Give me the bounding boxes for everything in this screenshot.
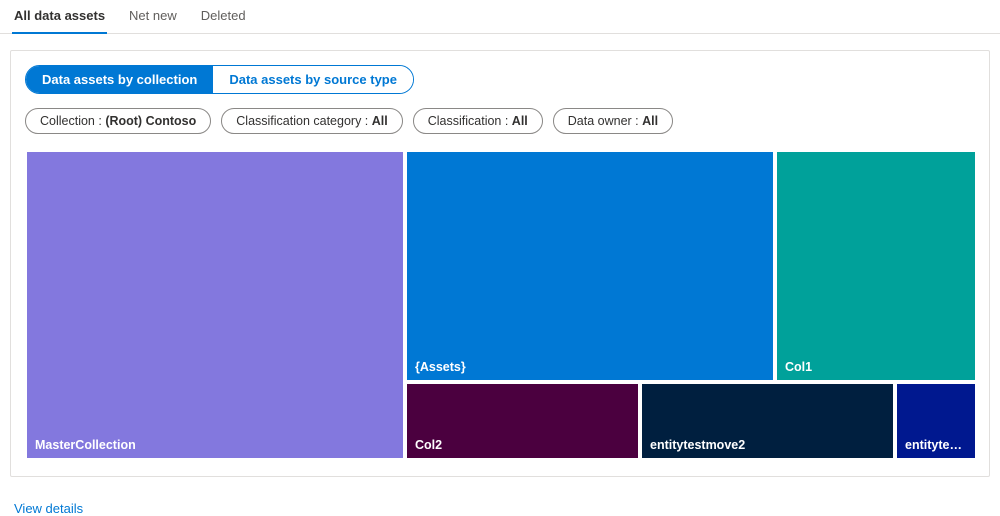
filter-pill[interactable]: Data owner : All [553, 108, 673, 134]
treemap-tile-label: Col1 [785, 360, 812, 374]
treemap-tile[interactable]: Col2 [405, 382, 640, 460]
tabs-bar: All data assets Net new Deleted [0, 0, 1000, 34]
filter-value: All [372, 114, 388, 128]
filter-label: Classification category : [236, 114, 371, 128]
treemap-tile[interactable]: entitytestmove2 [640, 382, 895, 460]
treemap-tile[interactable]: Col1 [775, 150, 977, 382]
groupby-option[interactable]: Data assets by source type [213, 66, 413, 93]
treemap-chart: MasterCollection {Assets} Col1 Col2 entityte… [25, 150, 977, 460]
tab-all-data-assets[interactable]: All data assets [12, 0, 107, 33]
filter-label: Data owner : [568, 114, 642, 128]
filter-pill[interactable]: Collection : (Root) Contoso [25, 108, 211, 134]
treemap-tile-label: entitytestmove2 [650, 438, 745, 452]
filter-pill[interactable]: Classification category : All [221, 108, 402, 134]
filter-value: (Root) Contoso [105, 114, 196, 128]
treemap-tile-label: Col2 [415, 438, 442, 452]
chart-card: Data assets by collectionData assets by … [10, 50, 990, 477]
filter-label: Collection : [40, 114, 105, 128]
treemap-tile[interactable]: entitytestmov… [895, 382, 977, 460]
tab-deleted[interactable]: Deleted [199, 0, 248, 33]
treemap-tile-label: entitytestmov… [905, 438, 967, 452]
tab-net-new[interactable]: Net new [127, 0, 179, 33]
groupby-option[interactable]: Data assets by collection [26, 66, 213, 93]
filter-pills-row: Collection : (Root) Contoso Classificatio… [25, 108, 975, 134]
filter-value: All [512, 114, 528, 128]
filter-value: All [642, 114, 658, 128]
view-details-link[interactable]: View details [14, 501, 83, 516]
treemap-tile[interactable]: {Assets} [405, 150, 775, 382]
treemap-tile[interactable]: MasterCollection [25, 150, 405, 460]
filter-label: Classification : [428, 114, 512, 128]
groupby-segmented: Data assets by collectionData assets by … [25, 65, 414, 94]
treemap-tile-label: {Assets} [415, 360, 466, 374]
treemap-tile-label: MasterCollection [35, 438, 136, 452]
filter-pill[interactable]: Classification : All [413, 108, 543, 134]
